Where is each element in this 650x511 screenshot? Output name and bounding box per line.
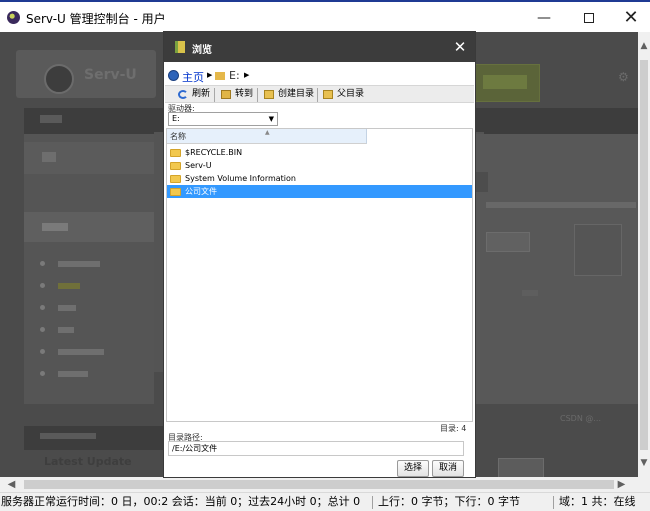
bg-green-button	[483, 75, 527, 89]
bg-sidebar-item	[40, 260, 100, 268]
status-uptime-sessions: 服务器正常运行时间：0 日，00:2 会话：当前 0；过去24小时 0；总计 0	[1, 495, 361, 508]
directory-list: 名称 ▲ $RECYCLE.BIN Serv-U System Volume I…	[166, 128, 473, 422]
refresh-label: 刷新	[192, 89, 211, 99]
status-separator	[372, 496, 373, 509]
folder-name: $RECYCLE.BIN	[185, 148, 243, 157]
new-folder-icon	[264, 90, 274, 99]
bg-gear-icon: ⚙	[618, 70, 629, 84]
bg-bottom-button	[498, 458, 544, 477]
folder-name: 公司文件	[185, 187, 217, 196]
toolbar-separator	[257, 88, 258, 102]
drive-folder-icon	[215, 72, 225, 80]
folder-icon	[170, 175, 181, 183]
breadcrumb-arrow-icon: ▶	[244, 71, 250, 79]
status-traffic: 上行：0 字节；下行：0 字节	[378, 495, 520, 508]
minimize-button[interactable]: —	[521, 4, 567, 32]
status-bar: 服务器正常运行时间：0 日，00:2 会话：当前 0；过去24小时 0；总计 0…	[0, 492, 650, 511]
vertical-scrollbar[interactable]: ▲ ▼	[638, 32, 650, 477]
breadcrumb-home-link[interactable]: 主页	[182, 69, 204, 85]
drive-select-value: E:	[172, 114, 180, 123]
drive-select[interactable]: E: ▼	[168, 112, 278, 126]
vertical-scroll-thumb[interactable]	[640, 60, 648, 450]
browse-icon	[175, 41, 185, 53]
bg-right-button	[486, 232, 530, 252]
bg-right-small-text	[522, 290, 538, 296]
parent-directory-label: 父目录	[337, 89, 365, 99]
list-item-selected[interactable]: 公司文件	[167, 185, 472, 198]
scrollbar-corner	[638, 477, 650, 492]
bg-latest-update: Latest Update	[44, 455, 132, 468]
refresh-icon	[178, 90, 188, 99]
dialog-close-button[interactable]: ✕	[450, 37, 470, 57]
create-directory-label: 创建目录	[278, 89, 315, 99]
goto-icon	[221, 90, 231, 99]
window-title: Serv-U 管理控制台 - 用户	[26, 12, 166, 26]
folder-icon	[170, 188, 181, 196]
bg-sidebar	[24, 134, 154, 404]
bg-sidebar-item	[40, 348, 104, 356]
bg-sidebar-section	[24, 212, 154, 242]
maximize-button[interactable]	[566, 4, 612, 32]
select-button[interactable]: 选择	[397, 460, 429, 477]
horizontal-scroll-thumb[interactable]	[24, 480, 614, 489]
bg-sidebar-item	[40, 282, 100, 290]
list-item[interactable]: System Volume Information	[167, 172, 472, 185]
window-close-button[interactable]: ✕	[608, 4, 650, 32]
directory-count: 目录: 4	[440, 424, 467, 433]
folder-name: Serv-U	[185, 161, 212, 170]
bg-logo-icon	[44, 64, 74, 94]
bg-logo-text: Serv-U	[84, 67, 137, 83]
maximize-icon	[584, 13, 594, 23]
goto-label: 转到	[235, 89, 254, 99]
serv-u-app-icon	[7, 11, 20, 24]
bg-right-text	[486, 202, 636, 208]
breadcrumb-arrow-icon: ▶	[207, 71, 213, 79]
toolbar-separator	[214, 88, 215, 102]
scroll-left-arrow-icon[interactable]: ◀	[4, 477, 19, 492]
bg-sidebar-item	[40, 304, 100, 312]
list-item[interactable]: $RECYCLE.BIN	[167, 146, 472, 159]
scroll-up-arrow-icon[interactable]: ▲	[639, 40, 649, 52]
folder-name: System Volume Information	[185, 174, 296, 183]
toolbar-separator	[317, 88, 318, 102]
bg-nav-text	[40, 115, 62, 123]
scroll-right-arrow-icon[interactable]: ▶	[614, 477, 629, 492]
status-domains: 域：1 共：在线	[559, 495, 636, 508]
breadcrumb-drive-link[interactable]: E:	[229, 69, 240, 82]
folder-icon	[170, 162, 181, 170]
bg-green-panel	[474, 64, 540, 102]
parent-folder-icon	[323, 90, 333, 99]
dialog-title-bar: 浏览 ✕	[164, 32, 475, 62]
bg-sidebar-header	[24, 142, 154, 174]
bg-section-text	[40, 433, 96, 439]
bg-credit-text: CSDN @...	[560, 414, 601, 423]
bg-right-box	[574, 224, 622, 276]
status-separator	[553, 496, 554, 509]
scroll-down-arrow-icon[interactable]: ▼	[639, 457, 649, 469]
sort-arrow-icon: ▲	[265, 129, 270, 136]
dialog-toolbar: 刷新 转到 创建目录 父目录	[165, 85, 474, 103]
directory-path-field[interactable]: /E:/公司文件	[168, 441, 464, 456]
home-icon[interactable]	[168, 70, 179, 81]
cancel-button[interactable]: 取消	[432, 460, 464, 477]
bg-right-tab	[474, 172, 488, 192]
horizontal-scrollbar[interactable]: ◀ ▶	[0, 477, 638, 492]
dropdown-arrow-icon: ▼	[268, 115, 274, 123]
browse-dialog: 浏览 ✕ 主页 ▶ E: ▶ 刷新 转到 创建目录 父目录 驱动器: E: ▼ …	[163, 31, 476, 478]
column-header-label: 名称	[170, 132, 186, 141]
dialog-title: 浏览	[192, 45, 212, 56]
bg-sidebar-item	[40, 326, 100, 334]
column-header-name[interactable]: 名称 ▲	[167, 129, 367, 144]
title-bar: Serv-U 管理控制台 - 用户 — ✕	[0, 2, 650, 32]
bg-sidebar-item	[40, 370, 100, 378]
folder-icon	[170, 149, 181, 157]
list-item[interactable]: Serv-U	[167, 159, 472, 172]
